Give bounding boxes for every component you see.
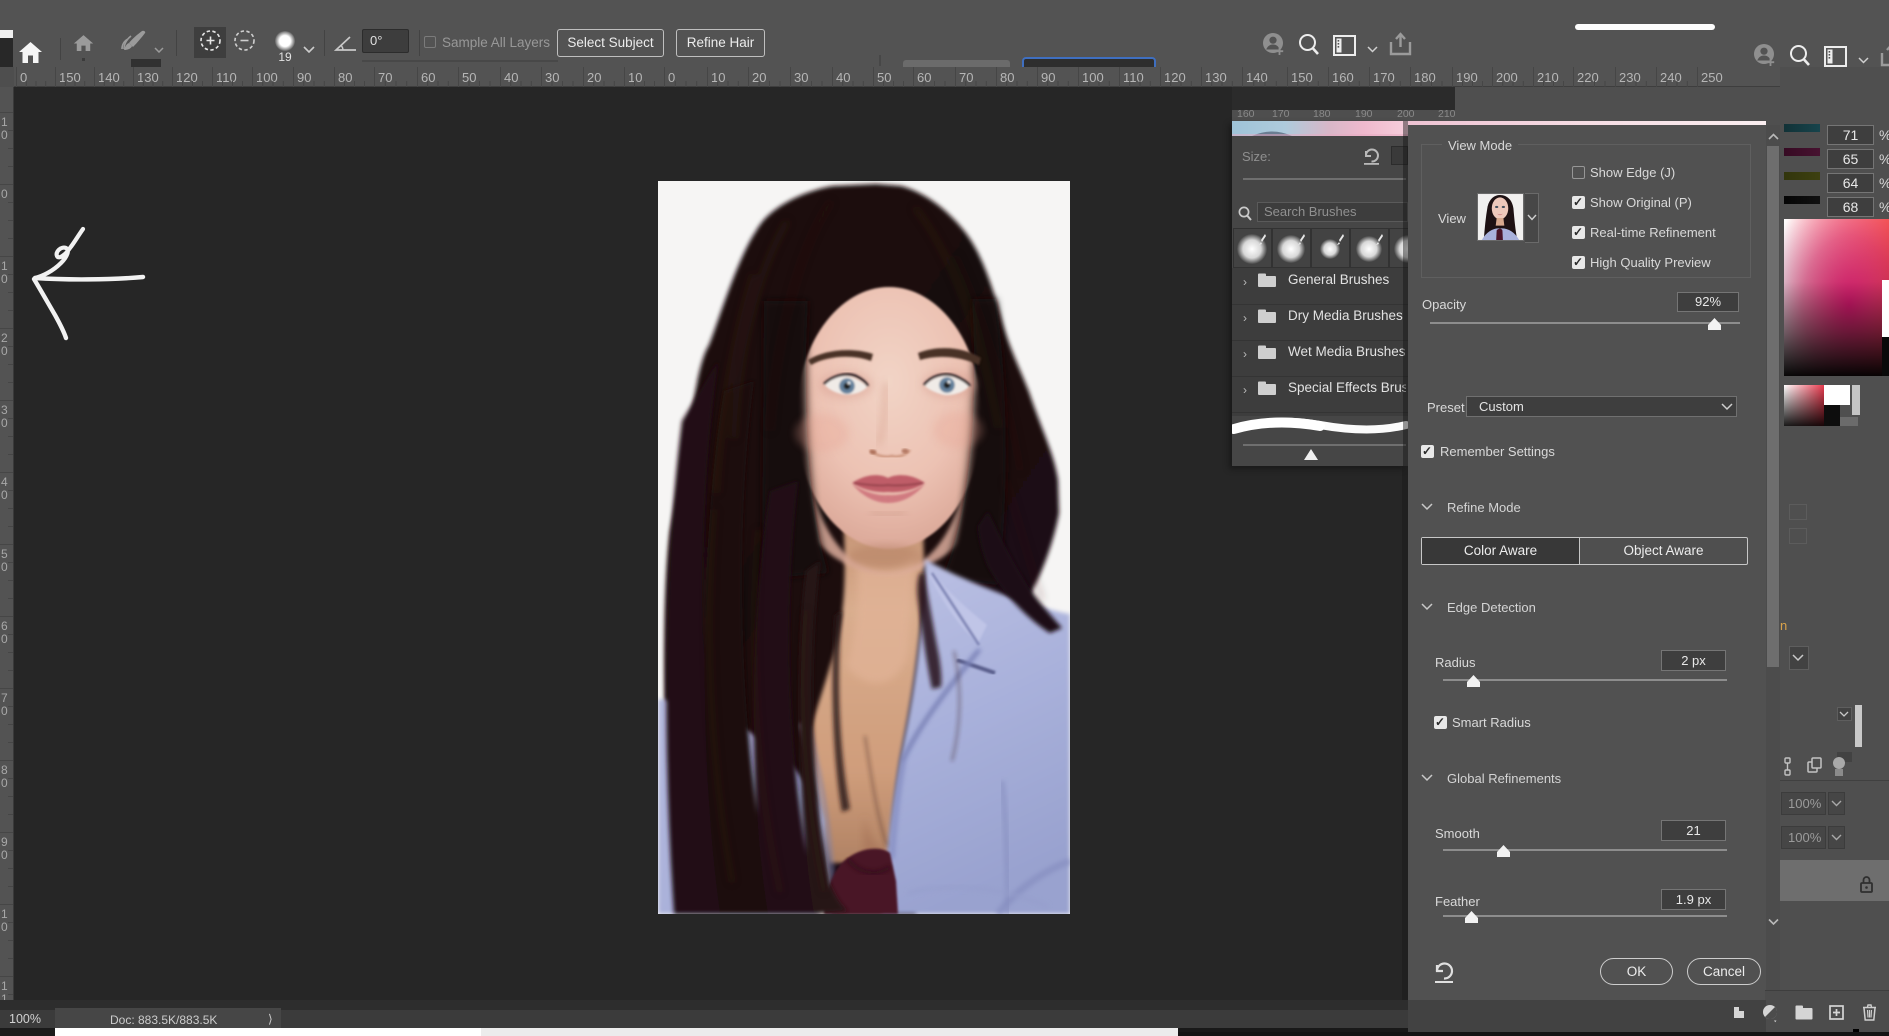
svg-text:0: 0	[1, 488, 8, 502]
svg-text:1: 1	[1, 259, 8, 273]
svg-text:8: 8	[1, 763, 8, 777]
svg-text:150: 150	[59, 70, 81, 85]
svg-text:2: 2	[1, 331, 8, 345]
svg-text:70: 70	[959, 70, 973, 85]
svg-text:10: 10	[628, 70, 642, 85]
svg-text:1: 1	[1, 907, 8, 921]
svg-text:150: 150	[1291, 70, 1313, 85]
svg-text:80: 80	[338, 70, 352, 85]
svg-text:60: 60	[421, 70, 435, 85]
svg-text:190: 190	[1456, 70, 1478, 85]
svg-text:10: 10	[711, 70, 725, 85]
svg-text:110: 110	[1123, 70, 1144, 85]
svg-text:0: 0	[1, 272, 8, 286]
svg-text:140: 140	[98, 70, 120, 85]
svg-text:0: 0	[668, 70, 675, 85]
svg-text:0: 0	[1, 848, 8, 862]
svg-text:4: 4	[1, 475, 8, 489]
svg-text:7: 7	[1, 691, 8, 705]
svg-text:180: 180	[1414, 70, 1436, 85]
svg-text:120: 120	[1164, 70, 1186, 85]
svg-text:0: 0	[1, 632, 8, 646]
svg-text:0: 0	[1, 560, 8, 574]
svg-text:20: 20	[587, 70, 601, 85]
svg-text:130: 130	[137, 70, 159, 85]
svg-text:220: 220	[1577, 70, 1599, 85]
svg-text:9: 9	[1, 835, 8, 849]
svg-text:90: 90	[297, 70, 311, 85]
svg-text:50: 50	[877, 70, 891, 85]
svg-text:0: 0	[1, 187, 8, 201]
svg-text:100: 100	[256, 70, 278, 85]
svg-text:0: 0	[1, 704, 8, 718]
svg-text:3: 3	[1, 403, 8, 417]
svg-text:160: 160	[1332, 70, 1354, 85]
svg-text:0: 0	[1, 920, 8, 934]
svg-text:170: 170	[1373, 70, 1395, 85]
svg-text:120: 120	[176, 70, 198, 85]
svg-text:40: 40	[504, 70, 518, 85]
svg-text:0: 0	[1, 128, 8, 142]
svg-text:0: 0	[1, 344, 8, 358]
svg-text:6: 6	[1, 619, 8, 633]
svg-text:100: 100	[1082, 70, 1104, 85]
svg-text:5: 5	[1, 547, 8, 561]
svg-text:250: 250	[1701, 70, 1723, 85]
svg-text:200: 200	[1496, 70, 1518, 85]
svg-text:240: 240	[1660, 70, 1682, 85]
svg-text:1: 1	[1, 115, 8, 129]
svg-text:0: 0	[1, 776, 8, 790]
svg-text:230: 230	[1619, 70, 1641, 85]
svg-text:110: 110	[216, 70, 237, 85]
svg-text:80: 80	[1000, 70, 1014, 85]
svg-text:130: 130	[1205, 70, 1227, 85]
svg-text:140: 140	[1246, 70, 1268, 85]
svg-text:90: 90	[1041, 70, 1055, 85]
svg-text:1: 1	[1, 979, 8, 993]
svg-text:40: 40	[836, 70, 850, 85]
svg-text:210: 210	[1537, 70, 1559, 85]
svg-text:0: 0	[1, 416, 8, 430]
